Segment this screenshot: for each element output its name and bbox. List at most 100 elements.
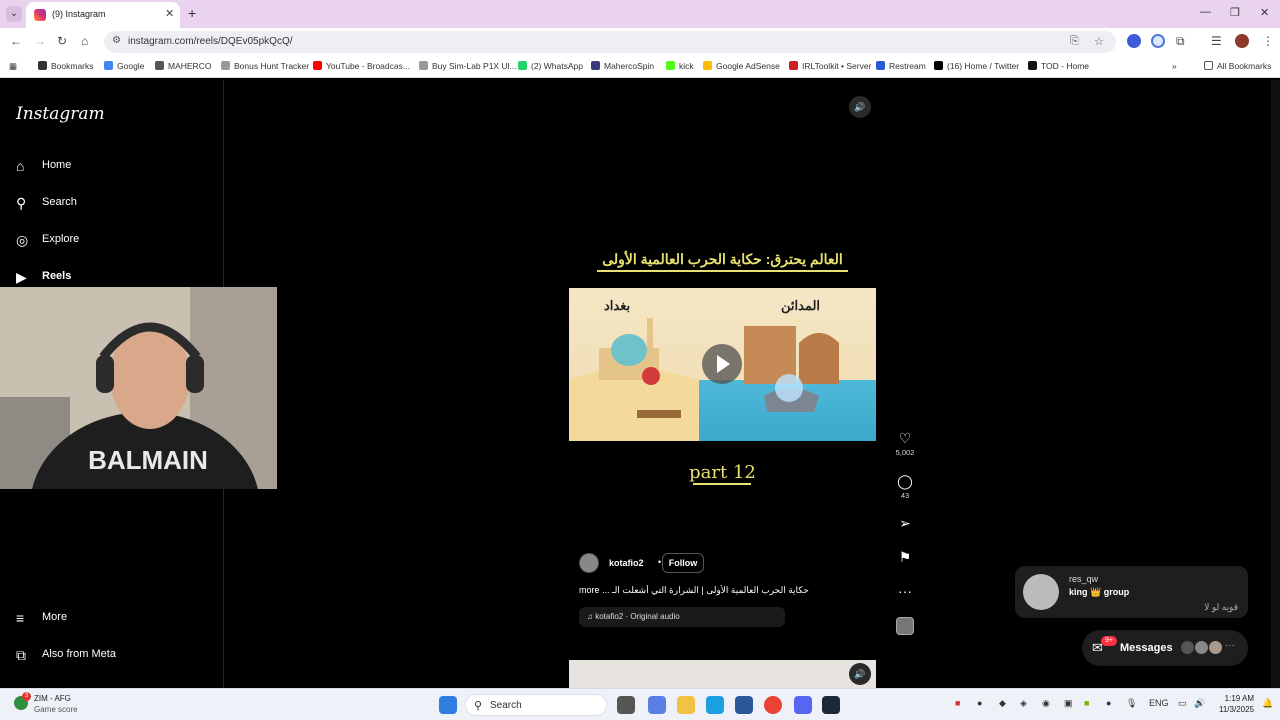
tray-app-icon[interactable]: ● [1106, 698, 1111, 708]
like-action[interactable]: ♡ 5,002 [890, 429, 920, 457]
steam-icon[interactable] [822, 696, 840, 714]
reel-video-frame[interactable]: بغداد المدائن [569, 288, 876, 441]
bookmark-item[interactable]: Buy Sim-Lab P1X Ul... [419, 61, 517, 71]
reload-icon[interactable]: ↻ [57, 34, 67, 48]
sidebar-item-label: Explore [42, 233, 80, 245]
bookmark-star-icon[interactable]: ☆ [1094, 35, 1104, 48]
taskbar-search-label: Search [490, 700, 522, 711]
bookmark-item[interactable]: Bonus Hunt Tracker [221, 61, 309, 71]
nvidia-icon[interactable]: ■ [1084, 698, 1089, 708]
tray-app-icon[interactable]: ◆ [999, 698, 1006, 709]
store-icon[interactable] [735, 696, 753, 714]
restore-icon[interactable]: ❐ [1230, 6, 1240, 19]
start-windows-icon[interactable] [439, 696, 457, 714]
bookmark-item[interactable]: MAHERCO [155, 61, 211, 71]
comment-icon[interactable]: ◯ [890, 472, 920, 490]
file-explorer-icon[interactable] [677, 696, 695, 714]
tray-app-icon[interactable]: ■ [955, 698, 960, 708]
language-indicator[interactable]: ENG [1149, 698, 1169, 708]
news-widget[interactable]: 3 ZIM - AFG Game score [14, 692, 114, 718]
instagram-logo[interactable]: Instagram [16, 104, 105, 124]
chrome-icon[interactable] [764, 696, 782, 714]
heart-icon[interactable]: ♡ [890, 429, 920, 447]
author-name[interactable]: kotafio2 [609, 558, 644, 568]
bookmark-item[interactable]: IRLToolkit • Server [789, 61, 871, 71]
more-options[interactable]: ··· [890, 582, 920, 600]
bookmark-item[interactable]: Restream [876, 61, 926, 71]
close-window-icon[interactable]: ✕ [1260, 6, 1269, 19]
bookmark-item[interactable]: TOD - Home [1028, 61, 1089, 71]
all-bookmarks-folder[interactable]: All Bookmarks [1204, 61, 1271, 71]
tray-app-icon[interactable]: ● [977, 698, 982, 708]
sidebar-item-search[interactable]: ⚲ Search [16, 193, 206, 217]
bookmark-item[interactable]: MahercoSpin [591, 61, 654, 71]
network-icon[interactable]: ▭ [1178, 698, 1187, 709]
back-icon[interactable]: ← [10, 34, 22, 48]
bookmark-icon[interactable]: ⚑ [890, 548, 920, 566]
page-scrollbar[interactable] [1271, 80, 1280, 688]
browser-tab[interactable]: (9) Instagram ✕ [26, 2, 180, 28]
bookmark-label: Bookmarks [51, 61, 94, 71]
site-info-icon[interactable]: ⚙ [112, 35, 121, 46]
more-dots-icon[interactable]: ··· [890, 582, 920, 600]
volume-icon[interactable]: 🔊 [849, 663, 871, 685]
volume-icon[interactable]: 🔊 [1194, 698, 1205, 709]
follow-button[interactable]: Follow [662, 553, 704, 573]
sidebar-item-more[interactable]: ≡ More [16, 608, 206, 632]
save-action[interactable]: ⚑ [890, 548, 920, 566]
sidebar-item-label: Search [42, 196, 77, 208]
volume-icon[interactable]: 🔊 [849, 96, 871, 118]
copilot-icon[interactable] [648, 696, 666, 714]
audio-link[interactable]: ♫ kotafio2 · Original audio [579, 607, 785, 627]
sidebar-item-label: More [42, 611, 68, 623]
reel-player[interactable]: 🔊 العالم يحترق: حكاية الحرب العالمية الأ… [569, 80, 876, 688]
bookmark-item[interactable]: (2) WhatsApp [518, 61, 583, 71]
extension-icon[interactable] [1127, 34, 1141, 48]
address-bar[interactable]: ⚙ instagram.com/reels/DQEv05pkQcQ/ ⎘ ☆ [104, 31, 1116, 53]
audio-thumbnail[interactable] [890, 617, 920, 635]
sidebar-item-home[interactable]: ⌂ Home [16, 156, 206, 180]
sidebar-item-explore[interactable]: ◎ Explore [16, 230, 206, 254]
taskbar-clock[interactable]: 1:19 AM 11/3/2025 [1212, 693, 1254, 715]
tab-close-icon[interactable]: ✕ [165, 7, 174, 20]
browser-menu-icon[interactable]: ⋮ [1262, 34, 1274, 48]
tray-app-icon[interactable]: ◈ [1020, 698, 1027, 709]
sidebar-item-also-from-meta[interactable]: ⧉ Also from Meta [16, 645, 206, 669]
tab-groups-icon[interactable]: ☰ [1211, 34, 1222, 48]
bookmark-item[interactable]: YouTube - Broadcas... [313, 61, 410, 71]
notification-bell-icon[interactable]: 🔔 [1262, 698, 1273, 709]
messages-button[interactable]: ✉ 9+ Messages ··· [1082, 630, 1248, 666]
forward-icon[interactable]: → [34, 34, 46, 48]
audio-thumbnail-icon[interactable] [896, 617, 914, 635]
play-button[interactable] [702, 344, 742, 384]
bookmark-item[interactable]: Google AdSense [703, 61, 780, 71]
tray-app-icon[interactable]: ▣ [1064, 698, 1073, 709]
bookmark-item[interactable]: kick [666, 61, 694, 71]
taskbar-search[interactable]: ⚲ Search [465, 694, 607, 716]
new-tab-icon[interactable]: + [188, 5, 196, 21]
bookmark-item[interactable]: Bookmarks [38, 61, 94, 71]
next-reel-preview[interactable]: 🔊 [569, 660, 876, 688]
extension-icon[interactable] [1151, 34, 1165, 48]
tab-search-icon[interactable]: ⌄ [6, 6, 22, 22]
share-action[interactable]: ➢ [890, 514, 920, 532]
home-icon[interactable]: ⌂ [81, 34, 88, 48]
comment-action[interactable]: ◯ 43 [890, 472, 920, 500]
more-bookmarks-icon[interactable]: » [1172, 61, 1177, 71]
install-app-icon[interactable]: ⎘ [1070, 35, 1079, 48]
microphone-icon[interactable]: 🎙 [1126, 698, 1137, 709]
minimize-icon[interactable]: — [1200, 6, 1211, 18]
profile-avatar[interactable] [1235, 34, 1249, 48]
author-avatar[interactable] [579, 553, 599, 573]
send-icon[interactable]: ➢ [890, 514, 920, 532]
apps-grid-icon[interactable]: ▦ [9, 61, 17, 72]
bookmark-item[interactable]: Google [104, 61, 144, 71]
bookmark-item[interactable]: (16) Home / Twitter [934, 61, 1019, 71]
edge-icon[interactable] [706, 696, 724, 714]
reel-caption[interactable]: more ... حكاية الحرب العالمية الأولى | ا… [579, 585, 869, 596]
message-notification[interactable]: res_qw king 👑 group قويه لو لا [1015, 566, 1248, 618]
steam-tray-icon[interactable]: ◉ [1042, 698, 1050, 709]
task-view-icon[interactable] [617, 696, 635, 714]
extensions-puzzle-icon[interactable]: ⧉ [1176, 34, 1185, 49]
discord-icon[interactable] [794, 696, 812, 714]
